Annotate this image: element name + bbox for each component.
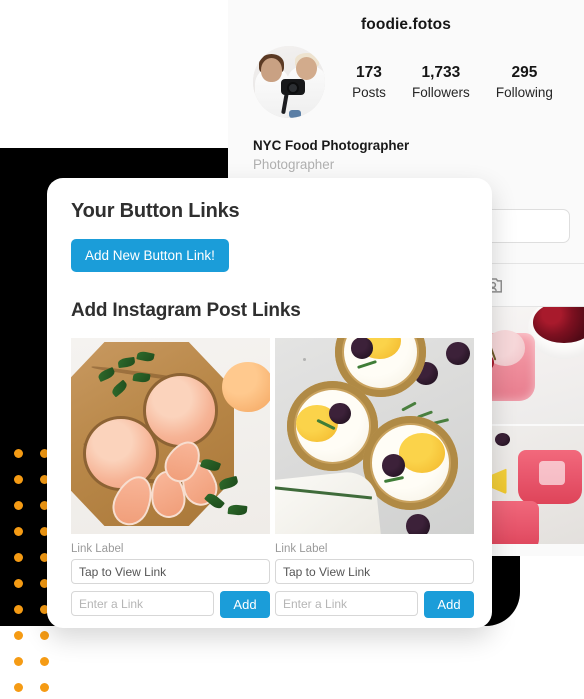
link-label-input-1[interactable] [71,559,270,584]
cherry-bowl [527,306,584,359]
avatar[interactable] [253,46,325,118]
section-title-instagram-post-links: Add Instagram Post Links [71,300,301,321]
instagram-username: foodie.fotos [361,16,451,33]
leaf-sprig-bottom [198,452,266,530]
link-label-caption-2: Link Label [275,543,328,555]
blackberry-2 [494,433,511,447]
bio-display-name: NYC Food Photographer [253,138,410,153]
bio-category: Photographer [253,157,335,173]
add-link-button-2[interactable]: Add [424,591,474,618]
link-label-caption-1: Link Label [71,543,124,555]
avatar-head-left [261,58,282,82]
avatar-jeans [289,110,301,118]
tart-blackberry-1 [351,338,374,359]
post-link-item-2: Link Label Add [275,338,474,618]
stat-following-label: Following [495,84,553,100]
stat-posts[interactable]: 173 Posts [352,63,386,101]
stat-followers[interactable]: 1,733 Followers [412,63,470,101]
stat-posts-count: 173 [356,63,382,81]
add-link-button-1[interactable]: Add [220,591,270,618]
instagram-profile-header: 173 Posts 1,733 Followers 295 Following [228,34,584,118]
instagram-post-links-row: Link Label Add [71,338,474,618]
instagram-bio: NYC Food Photographer Photographer [228,118,584,175]
ice-cube [539,461,566,485]
tart-herb-1 [356,359,377,369]
stat-followers-label: Followers [411,84,470,100]
tart-herb-3 [383,476,404,484]
post-thumbnail-tarts[interactable] [275,338,474,534]
loose-blackberry-3 [406,514,431,534]
link-url-row-1: Add [71,591,270,618]
link-url-row-2: Add [275,591,474,618]
instagram-stats: 173 Posts 1,733 Followers 295 Following [325,63,566,101]
stat-following-count: 295 [511,63,538,81]
whole-grapefruit [222,361,270,413]
screenshot-root: foodie.fotos 173 Posts 1,733 Followers 2… [0,0,584,699]
loose-blackberry-1 [446,341,471,366]
tart-blackberry-2 [329,402,351,425]
stat-followers-count: 1,733 [421,63,461,81]
post-link-item-1: Link Label Add [71,338,270,618]
link-label-input-2[interactable] [275,559,474,584]
tart-blackberry-3 [381,454,405,477]
avatar-head-right [296,57,317,80]
stat-following[interactable]: 295 Following [496,63,553,101]
link-url-input-1[interactable] [71,591,214,616]
camera-lens-icon [287,82,299,94]
add-new-button-link-button[interactable]: Add New Button Link! [71,239,229,272]
stat-posts-label: Posts [352,84,386,100]
button-links-card: Your Button Links Add New Button Link! A… [47,178,492,628]
page-title: Your Button Links [71,200,240,222]
orange-slice-3 [398,433,445,473]
post-thumbnail-grapefruit[interactable] [71,338,270,534]
linen-napkin [275,469,382,534]
link-url-input-2[interactable] [275,591,418,616]
